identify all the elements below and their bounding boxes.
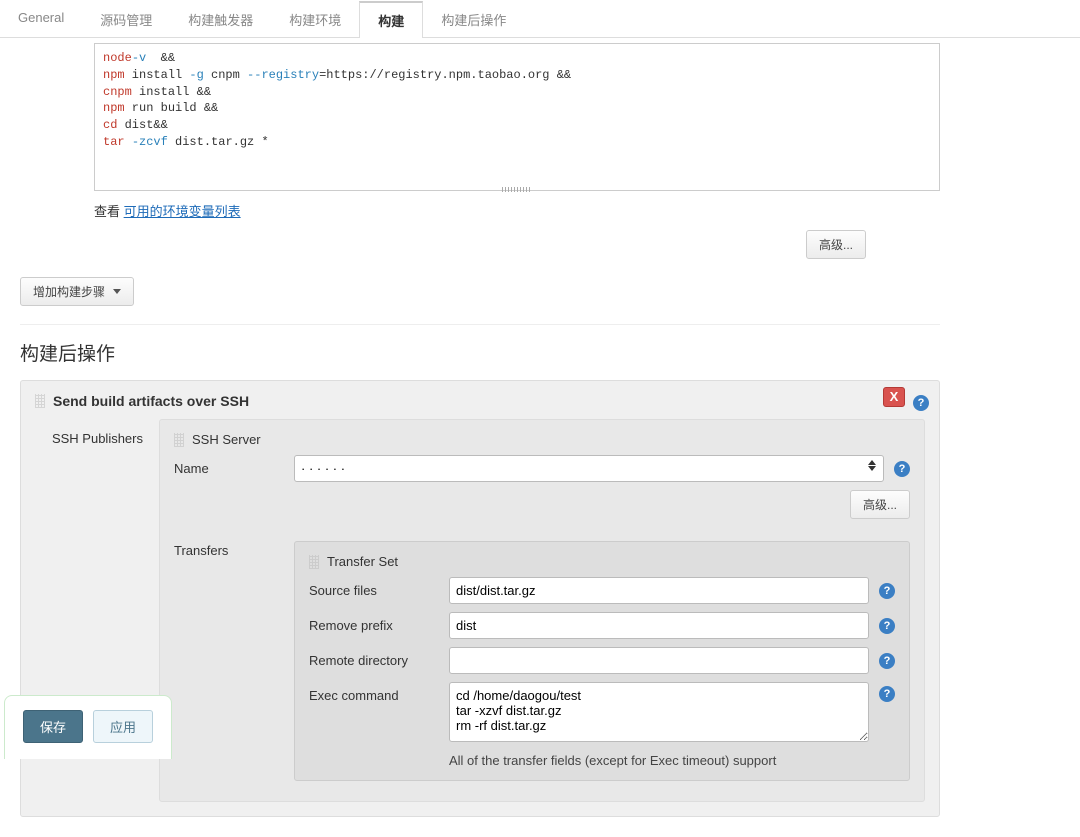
remote-directory-input[interactable] [449, 647, 869, 674]
config-tabs: General源码管理构建触发器构建环境构建构建后操作 [0, 0, 1080, 38]
help-icon[interactable]: ? [879, 686, 895, 702]
tab-构建[interactable]: 构建 [359, 1, 423, 38]
shell-code[interactable]: node-v && npm install -g cnpm --registry… [94, 43, 940, 191]
transfer-set-panel: Transfer Set Source files ? Remove prefi… [294, 541, 910, 781]
transfer-note: All of the transfer fields (except for E… [449, 753, 895, 768]
drag-grip-icon[interactable] [174, 433, 184, 447]
exec-command-textarea[interactable] [449, 682, 869, 742]
view-label: 查看 [94, 204, 124, 219]
help-icon[interactable]: ? [879, 583, 895, 599]
ssh-panel-title: Send build artifacts over SSH [53, 393, 249, 409]
divider [20, 324, 940, 325]
save-button[interactable]: 保存 [23, 710, 83, 743]
ssh-server-panel: SSH Server Name · · · · · · ? 高级... Tran… [159, 419, 925, 802]
help-icon[interactable]: ? [894, 461, 910, 477]
exec-command-label: Exec command [309, 682, 439, 703]
delete-step-button[interactable]: X [883, 387, 905, 407]
remove-prefix-label: Remove prefix [309, 618, 439, 633]
transfers-label: Transfers [174, 533, 284, 558]
tab-General[interactable]: General [0, 0, 82, 37]
ssh-server-select[interactable]: · · · · · · [294, 455, 884, 482]
tab-构建触发器[interactable]: 构建触发器 [170, 0, 271, 37]
add-build-step-button[interactable]: 增加构建步骤 [20, 277, 134, 306]
tab-构建后操作[interactable]: 构建后操作 [423, 0, 524, 37]
tab-构建环境[interactable]: 构建环境 [271, 0, 359, 37]
advanced-button[interactable]: 高级... [806, 230, 866, 259]
drag-grip-icon[interactable] [35, 394, 45, 408]
name-label: Name [174, 461, 284, 476]
transfer-set-header: Transfer Set [309, 554, 895, 569]
ssh-server-header: SSH Server [174, 432, 910, 447]
footer-bar: 保存 应用 [4, 695, 172, 759]
ssh-panel-header: Send build artifacts over SSH [35, 393, 925, 409]
env-vars-link[interactable]: 可用的环境变量列表 [124, 204, 241, 219]
remove-prefix-input[interactable] [449, 612, 869, 639]
help-icon[interactable]: ? [879, 653, 895, 669]
code-resizer-icon[interactable] [502, 187, 532, 192]
help-icon[interactable]: ? [913, 395, 929, 411]
post-build-title: 构建后操作 [20, 339, 940, 366]
tab-源码管理[interactable]: 源码管理 [82, 0, 170, 37]
drag-grip-icon[interactable] [309, 555, 319, 569]
env-vars-link-row: 查看 可用的环境变量列表 [94, 201, 940, 220]
source-files-input[interactable] [449, 577, 869, 604]
source-files-label: Source files [309, 583, 439, 598]
apply-button[interactable]: 应用 [93, 710, 153, 743]
remote-directory-label: Remote directory [309, 653, 439, 668]
help-icon[interactable]: ? [879, 618, 895, 634]
add-build-step-label: 增加构建步骤 [33, 283, 105, 300]
ssh-advanced-button[interactable]: 高级... [850, 490, 910, 519]
chevron-down-icon [113, 289, 121, 294]
